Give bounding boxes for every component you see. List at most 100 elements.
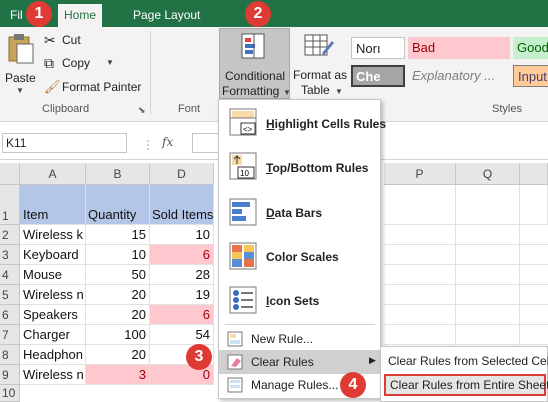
table-cell[interactable]: 20 — [86, 305, 150, 325]
clear-rules-submenu: Clear Rules from Selected Cells Clear Ru… — [380, 346, 548, 402]
tab-page-layout[interactable]: Page Layout — [127, 4, 206, 27]
table-cell[interactable]: 28 — [150, 265, 214, 285]
row-header[interactable]: 8 — [0, 345, 20, 365]
empty-cell[interactable] — [456, 185, 520, 225]
format-painter-label: Format Painter — [62, 80, 142, 94]
table-cell[interactable]: Keyboard — [20, 245, 86, 265]
menu-item-data-bars[interactable]: Data Bars — [219, 190, 380, 234]
menu-item-color-scales[interactable]: Color Scales — [219, 234, 380, 278]
column-header[interactable]: Q — [456, 163, 520, 185]
row-header[interactable]: 2 — [0, 225, 20, 245]
formula-bar-divider: ⋮ — [142, 138, 154, 152]
table-cell[interactable]: Speakers — [20, 305, 86, 325]
ribbon-tab-bar: Fil Home Page Layout — [0, 0, 548, 27]
table-cell[interactable]: 15 — [86, 225, 150, 245]
table-cell-highlighted[interactable]: 6 — [150, 305, 214, 325]
table-cell-highlighted[interactable]: 6 — [150, 245, 214, 265]
menu-item-clear-rules[interactable]: Clear Rules ▶ — [219, 350, 380, 374]
table-cell-highlighted[interactable]: 3 — [86, 365, 150, 385]
menu-item-new-rule[interactable]: New Rule... — [219, 328, 380, 350]
paste-icon — [8, 34, 34, 64]
dialog-launcher-icon[interactable]: ⬊ — [138, 105, 146, 116]
format-as-table-label-2: Table — [301, 83, 330, 97]
menu-item-clear-entire-sheet[interactable]: Clear Rules from Entire Sheet — [384, 374, 548, 396]
conditional-formatting-button[interactable]: Conditional Formatting ▼ — [219, 28, 291, 99]
table-header-cell[interactable]: Item — [20, 185, 86, 225]
style-normal[interactable]: Norı — [351, 37, 405, 59]
row-header[interactable]: 5 — [0, 285, 20, 305]
column-header[interactable]: B — [86, 163, 150, 185]
table-cell[interactable]: Mouse — [20, 265, 86, 285]
table-cell[interactable]: 19 — [150, 285, 214, 305]
empty-cell[interactable] — [520, 185, 548, 225]
styles-group-label: Styles — [492, 103, 522, 115]
table-cell[interactable]: 50 — [86, 265, 150, 285]
row-header[interactable]: 7 — [0, 325, 20, 345]
table-cell[interactable]: 20 — [86, 345, 150, 365]
manage-rules-icon — [227, 377, 243, 393]
cut-button[interactable]: ✂ Cut — [44, 32, 104, 50]
chevron-down-icon: ▼ — [283, 88, 291, 97]
table-cell[interactable]: 10 — [150, 225, 214, 245]
paste-button[interactable]: Paste ▼ — [4, 31, 40, 97]
style-explanatory[interactable]: Explanatory ... — [408, 65, 510, 87]
table-header-cell[interactable]: Sold Items — [150, 185, 214, 225]
table-cell[interactable]: Wireless n — [20, 285, 86, 305]
style-bad[interactable]: Bad — [408, 37, 510, 59]
format-as-table-button[interactable]: Format as Table ▼ — [292, 28, 348, 99]
insert-function-icon[interactable]: fx — [162, 135, 173, 149]
table-cell[interactable]: Wireless k — [20, 225, 86, 245]
cut-label: Cut — [62, 33, 81, 47]
format-as-table-icon — [304, 34, 334, 56]
format-painter-button[interactable]: 🖌 Format Painter — [44, 79, 144, 97]
menu-item-label: Clear Rules — [251, 355, 314, 369]
column-header[interactable]: A — [20, 163, 86, 185]
table-cell[interactable]: Wireless n — [20, 365, 86, 385]
column-header[interactable] — [520, 163, 548, 185]
style-check-cell[interactable]: Che — [351, 65, 405, 87]
menu-item-label: Top/Bottom Rules — [266, 161, 369, 175]
menu-item-label: Color Scales — [266, 250, 339, 264]
column-header[interactable]: P — [384, 163, 456, 185]
tab-file[interactable]: Fil — [4, 4, 29, 27]
row-header[interactable]: 6 — [0, 305, 20, 325]
table-header-cell[interactable]: Quantity — [86, 185, 150, 225]
table-cell[interactable]: Headphon — [20, 345, 86, 365]
highlight-cells-icon: <> — [229, 108, 257, 136]
select-all-corner[interactable] — [0, 163, 20, 185]
step-badge: 2 — [245, 1, 271, 27]
formula-input[interactable] — [192, 133, 218, 153]
row-header[interactable]: 3 — [0, 245, 20, 265]
conditional-formatting-label-2: Formatting — [222, 84, 280, 98]
svg-text:10: 10 — [240, 169, 249, 178]
name-box[interactable]: K11 — [2, 133, 127, 153]
row-header[interactable]: 4 — [0, 265, 20, 285]
conditional-formatting-menu: <> Highlight Cells Rules 10 Top/Bottom R… — [218, 99, 386, 399]
table-cell[interactable]: 54 — [150, 325, 214, 345]
table-cell[interactable]: 20 — [86, 285, 150, 305]
chevron-down-icon: ▼ — [106, 58, 114, 67]
menu-item-icon-sets[interactable]: Icon Sets — [219, 278, 380, 322]
menu-item-top-bottom-rules[interactable]: 10 Top/Bottom Rules — [219, 146, 380, 190]
data-bars-icon — [229, 198, 257, 226]
menu-item-highlight-cells-rules[interactable]: <> Highlight Cells Rules — [219, 102, 386, 146]
column-header[interactable]: D — [150, 163, 214, 185]
copy-button[interactable]: ⧉ Copy ▼ — [44, 55, 124, 73]
font-group-label: Font — [178, 103, 201, 115]
table-cell[interactable]: Charger — [20, 325, 86, 345]
paste-label: Paste — [5, 71, 36, 85]
row-header[interactable]: 1 — [0, 185, 20, 225]
row-header[interactable]: 9 — [0, 365, 20, 385]
row-header[interactable]: 10 — [0, 385, 20, 402]
empty-cell[interactable] — [384, 185, 456, 225]
table-cell[interactable]: 10 — [86, 245, 150, 265]
table-cell[interactable]: 100 — [86, 325, 150, 345]
style-input[interactable]: Input — [513, 65, 548, 87]
tab-home[interactable]: Home — [58, 4, 103, 27]
menu-item-label: Highlight Cells Rules — [266, 117, 387, 131]
menu-item-label: Data Bars — [266, 206, 323, 220]
style-good[interactable]: Good — [513, 37, 548, 59]
menu-item-clear-selected-cells[interactable]: Clear Rules from Selected Cells — [384, 350, 548, 372]
icon-sets-icon — [229, 286, 257, 314]
scissors-icon: ✂ — [44, 32, 56, 48]
